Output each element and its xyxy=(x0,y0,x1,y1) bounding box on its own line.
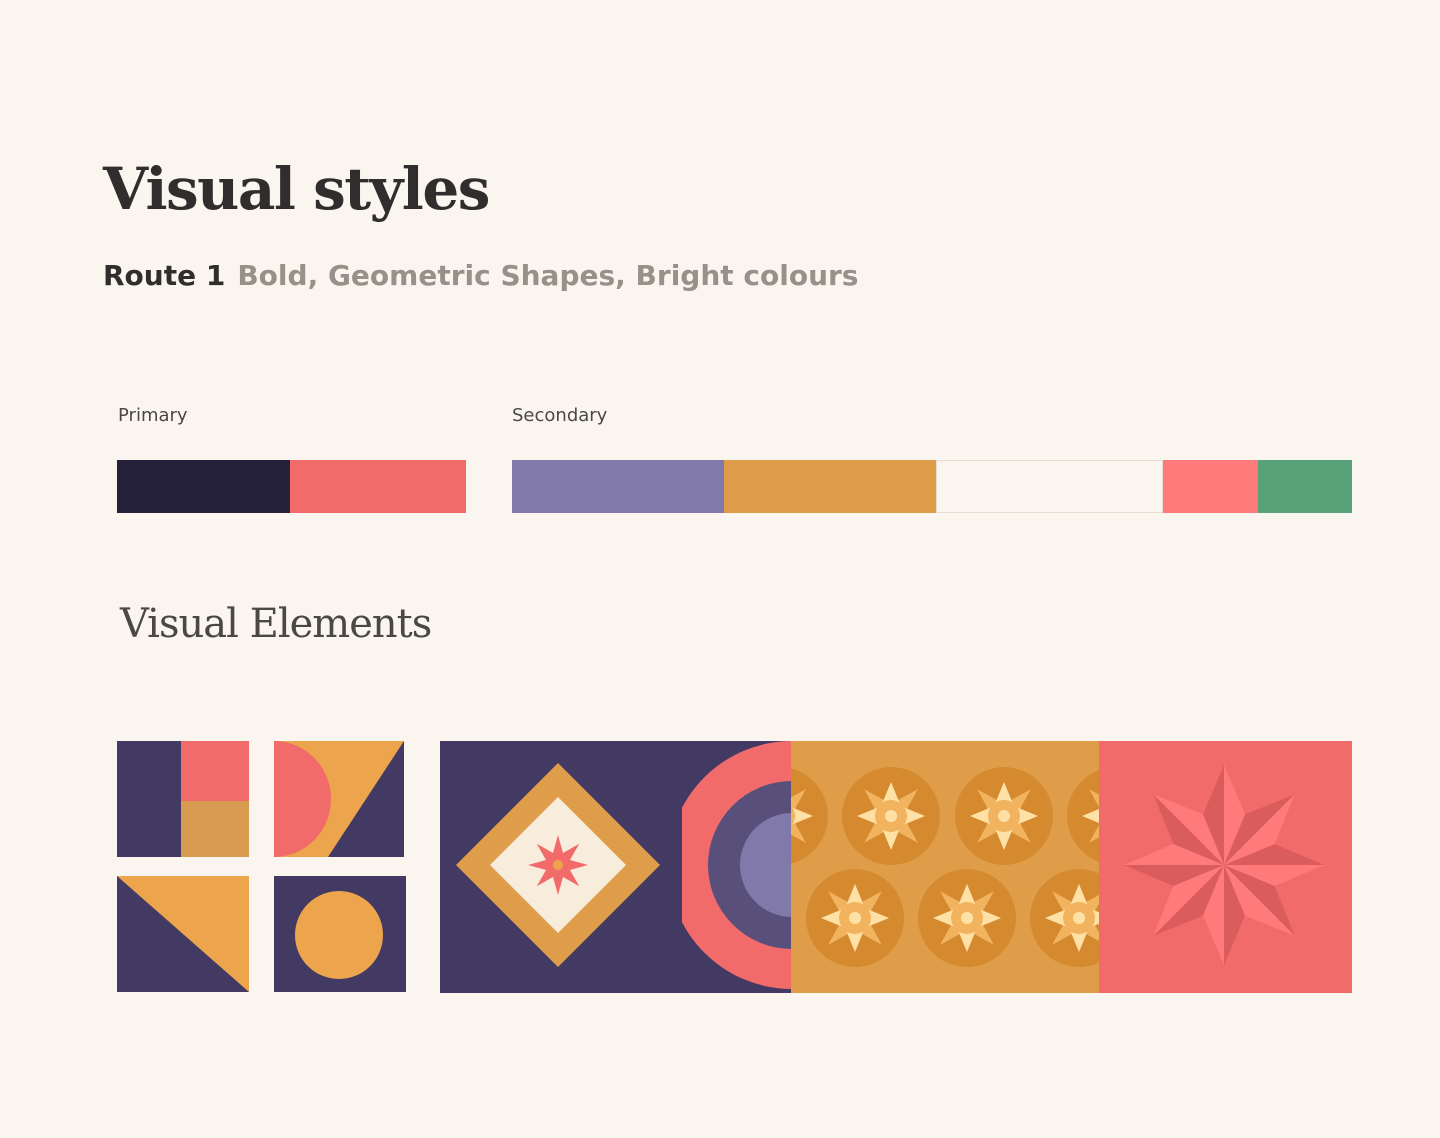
secondary-swatch-mustard xyxy=(724,460,936,513)
page-title: Visual styles xyxy=(103,155,490,223)
route-subtitle: Route 1 Bold, Geometric Shapes, Bright co… xyxy=(103,262,858,290)
primary-swatch-dark xyxy=(117,460,290,513)
route-label: Route 1 xyxy=(103,259,226,292)
primary-palette xyxy=(117,460,466,513)
diamond-star-tile xyxy=(440,741,684,993)
split-square-tile xyxy=(117,741,249,857)
circle-tile xyxy=(274,876,406,992)
secondary-swatch-salmon xyxy=(1163,460,1258,513)
secondary-palette-label: Secondary xyxy=(512,405,608,426)
concentric-arc-tile xyxy=(682,741,791,993)
primary-palette-label: Primary xyxy=(118,405,188,426)
secondary-palette xyxy=(512,460,1352,513)
secondary-swatch-cream xyxy=(936,460,1163,513)
sun-pattern-tile xyxy=(791,741,1099,993)
route-description: Bold, Geometric Shapes, Bright colours xyxy=(237,259,859,292)
visual-elements-heading: Visual Elements xyxy=(120,601,432,647)
half-circle-triangle-tile xyxy=(274,741,404,857)
diagonal-triangle-tile xyxy=(117,876,249,992)
eight-point-star-tile xyxy=(1099,741,1352,993)
primary-swatch-coral xyxy=(290,460,466,513)
secondary-swatch-green xyxy=(1258,460,1352,513)
secondary-swatch-lavender xyxy=(512,460,724,513)
